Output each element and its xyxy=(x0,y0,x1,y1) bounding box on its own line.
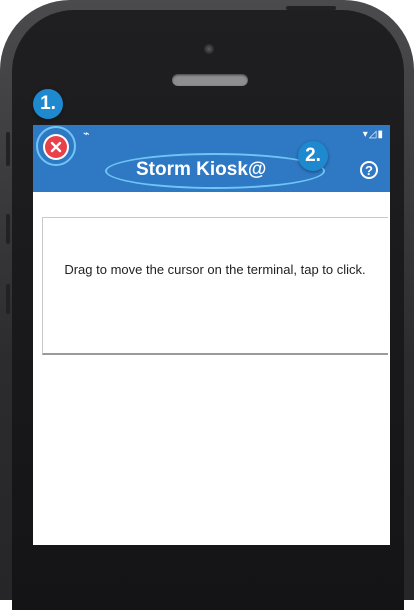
volume-down-button xyxy=(6,284,10,314)
power-button xyxy=(286,6,336,10)
volume-up-button xyxy=(6,214,10,244)
help-button[interactable]: ? xyxy=(360,161,378,179)
status-bar-icons: ▾◿▮ xyxy=(362,129,384,140)
touchpad-instruction: Drag to move the cursor on the terminal,… xyxy=(64,262,366,277)
callout-badge-1: 1. xyxy=(33,89,63,119)
app-screen: ⌁ ▾◿▮ Storm Kiosk@ ? Drag to move the cu… xyxy=(33,125,390,545)
close-button[interactable] xyxy=(43,134,69,160)
help-icon: ? xyxy=(365,162,373,178)
front-camera xyxy=(204,44,214,54)
callout-badge-2: 2. xyxy=(298,141,328,171)
app-title[interactable]: Storm Kiosk@ xyxy=(136,159,266,181)
touchpad-area[interactable]: Drag to move the cursor on the terminal,… xyxy=(42,217,388,355)
mute-switch xyxy=(6,132,10,166)
earpiece-speaker xyxy=(172,74,248,86)
close-icon xyxy=(45,136,67,158)
app-header: ⌁ ▾◿▮ Storm Kiosk@ ? xyxy=(33,125,390,192)
status-bar-left: ⌁ xyxy=(83,128,90,140)
